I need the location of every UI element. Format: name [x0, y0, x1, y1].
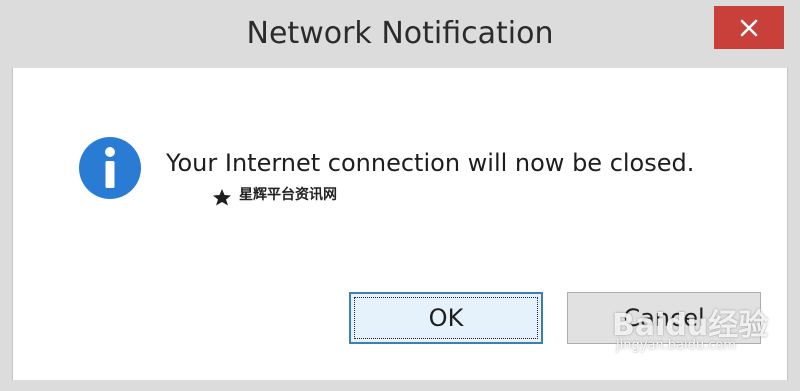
close-button[interactable] [714, 6, 784, 49]
site-watermark-text: 星辉平台资讯网 [239, 187, 337, 203]
dialog-body: Your Internet connection will now be clo… [12, 68, 788, 380]
window-title: Network Notification [246, 16, 554, 51]
info-icon [79, 137, 141, 199]
watermark-logo-icon [213, 189, 231, 206]
cancel-button[interactable]: Cancel [567, 292, 761, 344]
title-bar[interactable]: Network Notification [0, 0, 800, 68]
network-notification-dialog: Network Notification Your Internet conne… [0, 0, 800, 391]
ok-button[interactable]: OK [349, 292, 543, 344]
focus-rectangle [354, 297, 538, 339]
cancel-button-label: Cancel [623, 304, 705, 332]
close-icon [740, 19, 758, 36]
notification-message: Your Internet connection will now be clo… [166, 149, 695, 177]
